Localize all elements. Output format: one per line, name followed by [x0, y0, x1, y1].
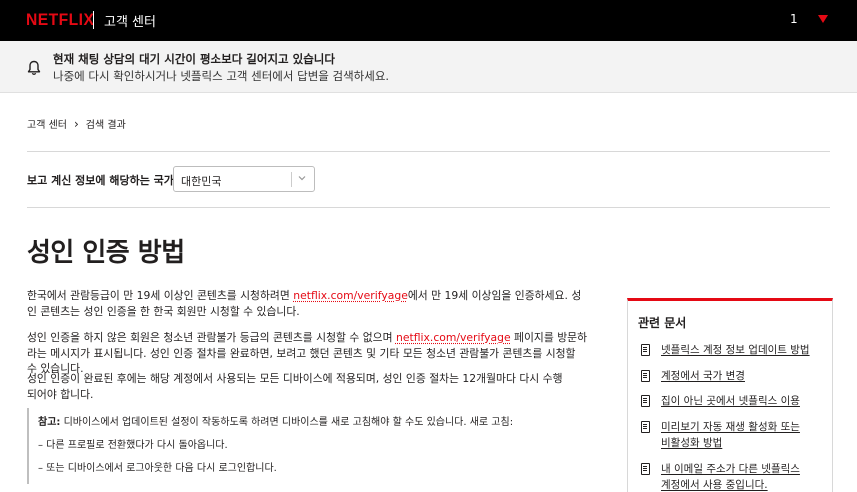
- chevron-right-icon: ›: [73, 116, 79, 131]
- document-icon: [641, 395, 650, 407]
- note-list-item: – 또는 디바이스에서 로그아웃한 다음 다시 로그인합니다.: [38, 463, 277, 474]
- verifyage-link[interactable]: netflix.com/verifyage: [293, 289, 408, 302]
- document-icon: [641, 344, 650, 356]
- alert-body: 나중에 다시 확인하시거나 넷플릭스 고객 센터에서 답변을 검색하세요.: [53, 69, 390, 83]
- chevron-down-icon: [298, 176, 306, 181]
- note-label: 참고:: [38, 417, 61, 428]
- note-box: 참고: 디바이스에서 업데이트된 설정이 작동하도록 하려면 디바이스를 새로 …: [27, 408, 587, 484]
- related-doc-link[interactable]: 계정에서 국가 변경: [661, 368, 745, 384]
- note-text: 참고: 디바이스에서 업데이트된 설정이 작동하도록 하려면 디바이스를 새로 …: [38, 413, 513, 428]
- account-menu-caret-icon[interactable]: [818, 15, 828, 23]
- country-label: 보고 계신 정보에 해당하는 국가:: [27, 174, 179, 187]
- note-list-item: – 다른 프로필로 전환했다가 다시 돌아옵니다.: [38, 440, 228, 451]
- breadcrumb-current: 검색 결과: [85, 120, 126, 131]
- country-select[interactable]: 대한민국: [173, 166, 315, 192]
- paragraph-text: 한국에서 관람등급이 만 19세 이상인 콘텐츠를 시청하려면: [27, 289, 294, 302]
- related-documents-title: 관련 문서: [638, 316, 687, 330]
- related-doc-item[interactable]: 계정에서 국가 변경: [641, 368, 826, 384]
- document-icon: [641, 463, 650, 475]
- article-paragraph-1: 한국에서 관람등급이 만 19세 이상인 콘텐츠를 시청하려면 netflix.…: [27, 288, 582, 319]
- document-icon: [641, 370, 650, 382]
- breadcrumb-home-link[interactable]: 고객 센터: [27, 116, 67, 131]
- article-paragraph-3: 성인 인증이 완료된 후에는 해당 계정에서 사용되는 모든 디바이스에 적용되…: [27, 372, 563, 401]
- related-doc-item[interactable]: 내 이메일 주소가 다른 넷플릭스 계정에서 사용 중입니다.: [641, 461, 811, 492]
- section-divider: [27, 151, 830, 152]
- bell-icon: [27, 60, 41, 75]
- related-doc-item[interactable]: 미리보기 자동 재생 활성화 또는 비활성화 방법: [641, 419, 811, 451]
- chat-wait-alert-banner: 현재 채팅 상담의 대기 시간이 평소보다 길어지고 있습니다 나중에 다시 확…: [0, 41, 857, 93]
- related-doc-link[interactable]: 미리보기 자동 재생 활성화 또는 비활성화 방법: [661, 419, 811, 451]
- article-paragraph-2: 성인 인증을 하지 않은 회원은 청소년 관람불가 등급의 콘텐츠를 시청할 수…: [27, 330, 587, 377]
- related-doc-link[interactable]: 넷플릭스 계정 정보 업데이트 방법: [661, 342, 810, 358]
- country-select-value: 대한민국: [181, 175, 222, 188]
- related-doc-link[interactable]: 집이 아닌 곳에서 넷플릭스 이용: [661, 393, 800, 409]
- related-doc-item[interactable]: 넷플릭스 계정 정보 업데이트 방법: [641, 342, 826, 358]
- top-navigation-bar: NETFLIX 고객 센터 1: [0, 0, 857, 41]
- help-center-title[interactable]: 고객 센터: [104, 11, 156, 30]
- netflix-logo[interactable]: NETFLIX: [26, 10, 94, 30]
- article-title: 성인 인증 방법: [27, 238, 185, 268]
- breadcrumb: 고객 센터 › 검색 결과: [27, 116, 126, 132]
- paragraph-text: 성인 인증을 하지 않은 회원은 청소년 관람불가 등급의 콘텐츠를 시청할 수…: [27, 331, 396, 344]
- alert-title: 현재 채팅 상담의 대기 시간이 평소보다 길어지고 있습니다: [53, 52, 335, 66]
- document-icon: [641, 421, 650, 433]
- section-divider: [27, 207, 830, 208]
- related-doc-link[interactable]: 내 이메일 주소가 다른 넷플릭스 계정에서 사용 중입니다.: [661, 461, 811, 492]
- related-doc-item[interactable]: 집이 아닌 곳에서 넷플릭스 이용: [641, 393, 826, 409]
- header-divider: [93, 11, 94, 29]
- related-documents-panel: 관련 문서 넷플릭스 계정 정보 업데이트 방법 계정에서 국가 변경 집이 아…: [627, 298, 833, 492]
- account-indicator[interactable]: 1: [790, 12, 798, 26]
- verifyage-link[interactable]: netflix.com/verifyage: [396, 331, 511, 344]
- select-separator: [291, 172, 292, 187]
- note-body: 디바이스에서 업데이트된 설정이 작동하도록 하려면 디바이스를 새로 고침해야…: [60, 417, 514, 428]
